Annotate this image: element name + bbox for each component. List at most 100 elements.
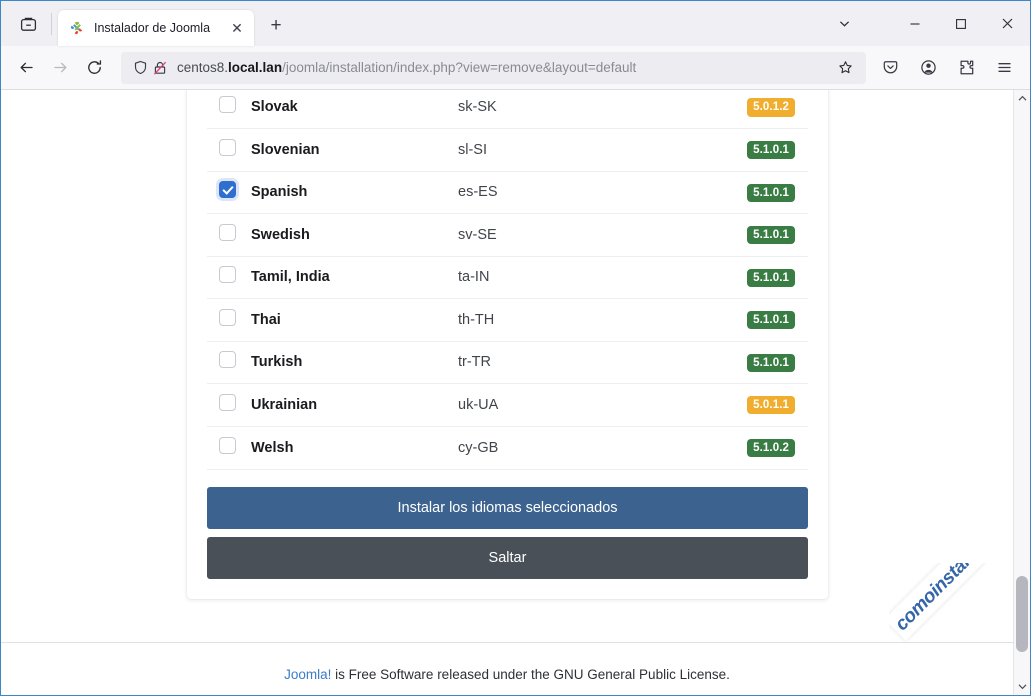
- table-row[interactable]: Spanish es-ES 5.1.0.1: [207, 170, 808, 214]
- language-checkbox-cell: [207, 255, 251, 299]
- language-selection-card: Slovak sk-SK 5.0.1.2 Slovenian sl-SI 5.1.0.1 S…: [187, 90, 828, 599]
- table-row[interactable]: Tamil, India ta-IN 5.1.0.1: [207, 255, 808, 299]
- language-version-cell: 5.0.1.1: [708, 383, 808, 426]
- app-menu-icon[interactable]: [986, 52, 1022, 84]
- language-name: Welsh: [251, 439, 294, 456]
- browser-window: Instalador de Joomla ✕ + centos8.local.l…: [0, 0, 1031, 696]
- url-path: /joomla/installation/index.php?view=remo…: [282, 60, 637, 75]
- install-selected-languages-button[interactable]: Instalar los idiomas seleccionados: [207, 486, 808, 529]
- language-checkbox[interactable]: [219, 308, 236, 326]
- scrollbar-thumb[interactable]: [1016, 576, 1028, 652]
- page-scrollbar[interactable]: [1013, 90, 1030, 695]
- table-row[interactable]: Welsh cy-GB 5.1.0.2: [207, 425, 808, 469]
- table-row[interactable]: Slovenian sl-SI 5.1.0.1: [207, 128, 808, 171]
- version-badge: 5.1.0.2: [747, 438, 795, 458]
- language-checkbox-cell: [207, 340, 251, 384]
- tab-instalador-de-joomla[interactable]: Instalador de Joomla ✕: [58, 10, 254, 46]
- language-name: Slovak: [251, 99, 298, 115]
- table-row[interactable]: Swedish sv-SE 5.1.0.1: [207, 213, 808, 256]
- footer-license-text: is Free Software released under the GNU …: [331, 667, 730, 682]
- tab-overflow-chevron-icon[interactable]: [824, 1, 864, 46]
- language-version-cell: 5.1.0.1: [708, 255, 808, 299]
- page-viewport: Slovak sk-SK 5.0.1.2 Slovenian sl-SI 5.1.0.1 S…: [1, 90, 1030, 695]
- language-checkbox-cell: [207, 425, 251, 469]
- url-text[interactable]: centos8.local.lan/joomla/installation/in…: [177, 60, 832, 75]
- language-tag: sv-SE: [458, 226, 497, 243]
- table-row[interactable]: Thai th-TH 5.1.0.1: [207, 298, 808, 341]
- minimize-button[interactable]: [892, 1, 938, 46]
- reload-button[interactable]: [77, 52, 111, 84]
- language-checkbox[interactable]: [219, 436, 236, 454]
- tab-title: Instalador de Joomla: [94, 21, 211, 35]
- language-name: Tamil, India: [251, 269, 330, 286]
- back-button[interactable]: [9, 52, 43, 84]
- version-badge: 5.1.0.1: [747, 311, 795, 330]
- table-row[interactable]: Slovak sk-SK 5.0.1.2: [207, 90, 808, 129]
- close-window-button[interactable]: [984, 1, 1030, 46]
- language-tag-cell: cy-GB: [458, 425, 708, 469]
- language-tag: ta-IN: [458, 269, 490, 286]
- close-tab-icon[interactable]: ✕: [226, 17, 248, 39]
- tracking-protection-shield-icon[interactable]: [130, 58, 150, 78]
- language-version-cell: 5.1.0.1: [708, 298, 808, 341]
- page-footer: Joomla! is Free Software released under …: [1, 667, 1013, 682]
- language-tag-cell: sk-SK: [458, 90, 708, 129]
- joomla-favicon: [69, 20, 85, 36]
- language-checkbox[interactable]: [219, 96, 236, 113]
- version-badge: 5.1.0.1: [747, 353, 795, 372]
- language-name: Ukrainian: [251, 396, 318, 413]
- language-tag-cell: sl-SI: [458, 128, 708, 171]
- scroll-down-icon[interactable]: [1014, 678, 1030, 695]
- maximize-button[interactable]: [938, 1, 984, 46]
- language-version-cell: 5.1.0.1: [708, 170, 808, 214]
- version-badge: 5.0.1.2: [747, 98, 795, 117]
- language-tag: sk-SK: [458, 99, 497, 115]
- language-checkbox-cell: [207, 213, 251, 256]
- pocket-save-icon[interactable]: [872, 52, 908, 84]
- table-row[interactable]: Turkish tr-TR 5.1.0.1: [207, 340, 808, 384]
- language-tag: es-ES: [458, 184, 498, 201]
- language-version-cell: 5.1.0.1: [708, 128, 808, 171]
- language-name-cell: Slovak: [251, 90, 458, 129]
- language-name-cell: Welsh: [251, 425, 458, 469]
- insecure-connection-icon[interactable]: [150, 58, 170, 78]
- watermark-text: comoinstalar.me: [891, 563, 1008, 636]
- language-tag: tr-TR: [458, 354, 492, 371]
- extensions-icon[interactable]: [948, 52, 984, 84]
- version-badge: 5.1.0.1: [747, 141, 795, 160]
- language-tag-cell: uk-UA: [458, 383, 708, 426]
- language-name: Thai: [251, 311, 281, 328]
- language-tag-cell: es-ES: [458, 170, 708, 214]
- language-name: Slovenian: [251, 141, 320, 158]
- new-tab-button[interactable]: +: [260, 10, 292, 42]
- url-subdomain: centos8.: [177, 60, 229, 75]
- url-host: local.lan: [228, 60, 283, 75]
- table-row[interactable]: Ukrainian uk-UA 5.0.1.1: [207, 383, 808, 426]
- scroll-up-icon[interactable]: [1014, 90, 1030, 107]
- url-bar[interactable]: centos8.local.lan/joomla/installation/in…: [121, 51, 866, 84]
- language-table-body: Slovak sk-SK 5.0.1.2 Slovenian sl-SI 5.1.0.1 S…: [207, 90, 808, 469]
- navigation-toolbar: centos8.local.lan/joomla/installation/in…: [1, 46, 1030, 90]
- account-icon[interactable]: [910, 52, 946, 84]
- language-tag-cell: ta-IN: [458, 255, 708, 299]
- language-checkbox-cell: [207, 383, 251, 426]
- language-checkbox[interactable]: [219, 266, 236, 284]
- language-version-cell: 5.1.0.1: [708, 340, 808, 384]
- version-badge: 5.1.0.1: [747, 183, 795, 202]
- language-checkbox[interactable]: [219, 351, 236, 369]
- joomla-link[interactable]: Joomla!: [284, 667, 331, 682]
- skip-button[interactable]: Saltar: [207, 536, 808, 579]
- language-name-cell: Tamil, India: [251, 255, 458, 299]
- language-tag: uk-UA: [458, 396, 499, 413]
- language-checkbox[interactable]: [219, 223, 236, 241]
- language-checkbox-cell: [207, 90, 251, 129]
- language-checkbox[interactable]: [219, 393, 236, 411]
- language-version-cell: 5.1.0.2: [708, 425, 808, 469]
- list-all-tabs-icon[interactable]: [9, 5, 47, 43]
- joomla-installer-page: Slovak sk-SK 5.0.1.2 Slovenian sl-SI 5.1.0.1 S…: [1, 90, 1013, 695]
- star-icon[interactable]: [832, 55, 858, 81]
- language-checkbox[interactable]: [219, 181, 236, 199]
- forward-button[interactable]: [43, 52, 77, 84]
- language-checkbox[interactable]: [219, 138, 236, 156]
- language-name-cell: Slovenian: [251, 128, 458, 171]
